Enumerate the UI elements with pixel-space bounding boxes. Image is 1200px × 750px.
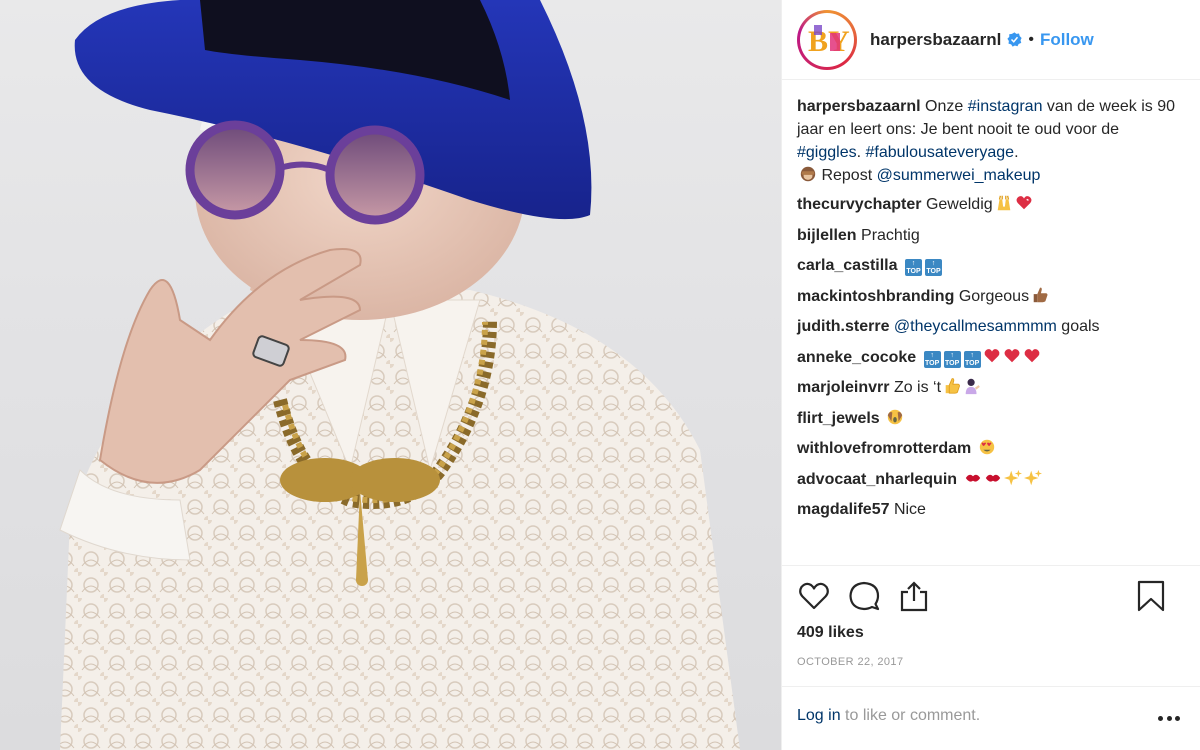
instagram-post: BY harpersbazaarnl • Follow harpersbazaa… [0, 0, 1200, 750]
person-tipping-hand-icon [963, 377, 981, 395]
red-heart-icon [1003, 347, 1021, 365]
account-handle[interactable]: harpersbazaarnl [870, 30, 1001, 50]
comment: thecurvychapter Geweldig [797, 193, 1182, 216]
login-prompt-text: to like or comment. [840, 707, 981, 724]
comment: carla_castilla ↑ TOP↑ TOP [797, 254, 1182, 277]
heart-icon [799, 582, 829, 610]
comment-user[interactable]: marjoleinvrr [797, 379, 889, 396]
comment-user[interactable]: magdalife57 [797, 501, 889, 518]
comment-text: Geweldig [925, 196, 993, 213]
comment: anneke_cocoke ↑ TOP↑ TOP↑ TOP [797, 346, 1182, 369]
comment: judith.sterre @theycallmesammmm goals [797, 315, 1182, 338]
mention-theycallmesammmm[interactable]: @theycallmesammmm [894, 318, 1057, 335]
comment-user[interactable]: bijlellen [797, 227, 857, 244]
login-prompt: Log in to like or comment. [797, 707, 980, 725]
comment-button[interactable] [847, 578, 881, 614]
post-date[interactable]: OCTOBER 22, 2017 [797, 656, 903, 668]
top-arrow-icon: ↑ TOP [943, 350, 961, 368]
sparkles-icon [1003, 469, 1022, 487]
avatar-image: BY [800, 12, 854, 67]
face-screaming-icon [886, 408, 904, 426]
comment-text: Zo is ‘t [893, 379, 942, 396]
login-link[interactable]: Log in [797, 707, 841, 724]
top-arrow-label: TOP [926, 268, 941, 275]
like-count[interactable]: 409 likes [797, 624, 864, 642]
thumbs-up-icon [943, 377, 961, 395]
share-button[interactable] [897, 578, 931, 614]
comment-user[interactable]: carla_castilla [797, 257, 898, 274]
caption-text: Repost [821, 167, 877, 184]
hashtag-instagran[interactable]: #instagran [968, 98, 1043, 115]
comment-user[interactable]: withlovefromrotterdam [797, 440, 971, 457]
post-sidebar: BY harpersbazaarnl • Follow harpersbazaa… [781, 0, 1200, 750]
mention-summerwei-makeup[interactable]: @summerwei_makeup [877, 167, 1041, 184]
red-heart-icon [983, 347, 1001, 365]
heart-eyes-icon [978, 438, 996, 456]
divider [782, 565, 1200, 566]
more-options-icon[interactable] [1158, 708, 1180, 728]
bazaar-logo-icon: BY [808, 24, 850, 58]
top-arrow-label: TOP [965, 359, 980, 367]
sparkling-heart-icon [1015, 194, 1033, 212]
caption-author[interactable]: harpersbazaarnl [797, 98, 921, 115]
comment: flirt_jewels [797, 407, 1182, 430]
comment: bijlellen Prachtig [797, 224, 1182, 247]
comment: magdalife57 Nice [797, 498, 1182, 521]
red-heart-icon [1023, 347, 1041, 365]
comment-user[interactable]: anneke_cocoke [797, 349, 916, 366]
divider [782, 686, 1200, 687]
kiss-mark-icon [964, 469, 982, 487]
top-arrow-label: TOP [925, 359, 940, 367]
comment-user[interactable]: mackintoshbranding [797, 288, 954, 305]
more-dot [1166, 715, 1172, 721]
avatar[interactable]: BY [797, 9, 857, 70]
top-arrow-icon: ↑ TOP [924, 259, 942, 276]
comment: mackintoshbranding Gorgeous [797, 285, 1182, 308]
comment: marjoleinvrr Zo is ‘t [797, 376, 1182, 399]
action-bar [797, 578, 1187, 618]
like-button[interactable] [797, 578, 831, 614]
comment-icon [849, 581, 880, 611]
more-dot [1158, 715, 1163, 721]
top-arrow-icon: ↑ TOP [923, 350, 941, 368]
photo-illustration [59, 0, 740, 750]
top-arrow-icon: ↑ TOP [904, 259, 922, 276]
kiss-mark-icon [984, 469, 1002, 487]
hashtag-fabulousateveryage[interactable]: #fabulousateveryage [866, 144, 1015, 161]
hashtag-giggles[interactable]: #giggles [797, 144, 857, 161]
comment-text: Prachtig [861, 226, 920, 244]
comment-list: harpersbazaarnl Onze #instagran van de w… [797, 95, 1182, 529]
post-photo[interactable] [0, 0, 781, 750]
share-icon [900, 581, 928, 612]
post-header: BY harpersbazaarnl • Follow [782, 0, 1200, 80]
raising-hands-icon [995, 194, 1013, 212]
post-caption: harpersbazaarnl Onze #instagran van de w… [797, 95, 1182, 187]
comment-user[interactable]: judith.sterre [797, 318, 889, 335]
see-no-evil-monkey-icon [799, 165, 817, 183]
comment-user[interactable]: thecurvychapter [797, 196, 922, 213]
thumbs-up-icon [1031, 286, 1049, 304]
comment-text: goals [1056, 318, 1100, 335]
caption-text: . [1014, 144, 1019, 161]
more-dot [1175, 715, 1180, 721]
comment-user[interactable]: advocaat_nharlequin [797, 471, 957, 488]
top-arrow-icon: ↑ TOP [963, 350, 981, 368]
comment: advocaat_nharlequin [797, 468, 1182, 491]
comment: withlovefromrotterdam [797, 437, 1182, 460]
top-arrow-label: TOP [945, 359, 960, 367]
follow-button[interactable]: Follow [1040, 30, 1094, 50]
verified-badge-icon [1007, 32, 1022, 47]
separator-dot: • [1028, 30, 1034, 48]
caption-text: Onze [920, 98, 968, 115]
sparkles-icon [1023, 469, 1042, 487]
comment-text: Nice [893, 501, 926, 518]
bookmark-icon [1137, 580, 1165, 612]
comment-user[interactable]: flirt_jewels [797, 410, 880, 427]
caption-text: . [856, 144, 866, 161]
save-button[interactable] [1134, 578, 1168, 614]
comment-text: Gorgeous [958, 287, 1030, 305]
top-arrow-label: TOP [906, 268, 921, 275]
